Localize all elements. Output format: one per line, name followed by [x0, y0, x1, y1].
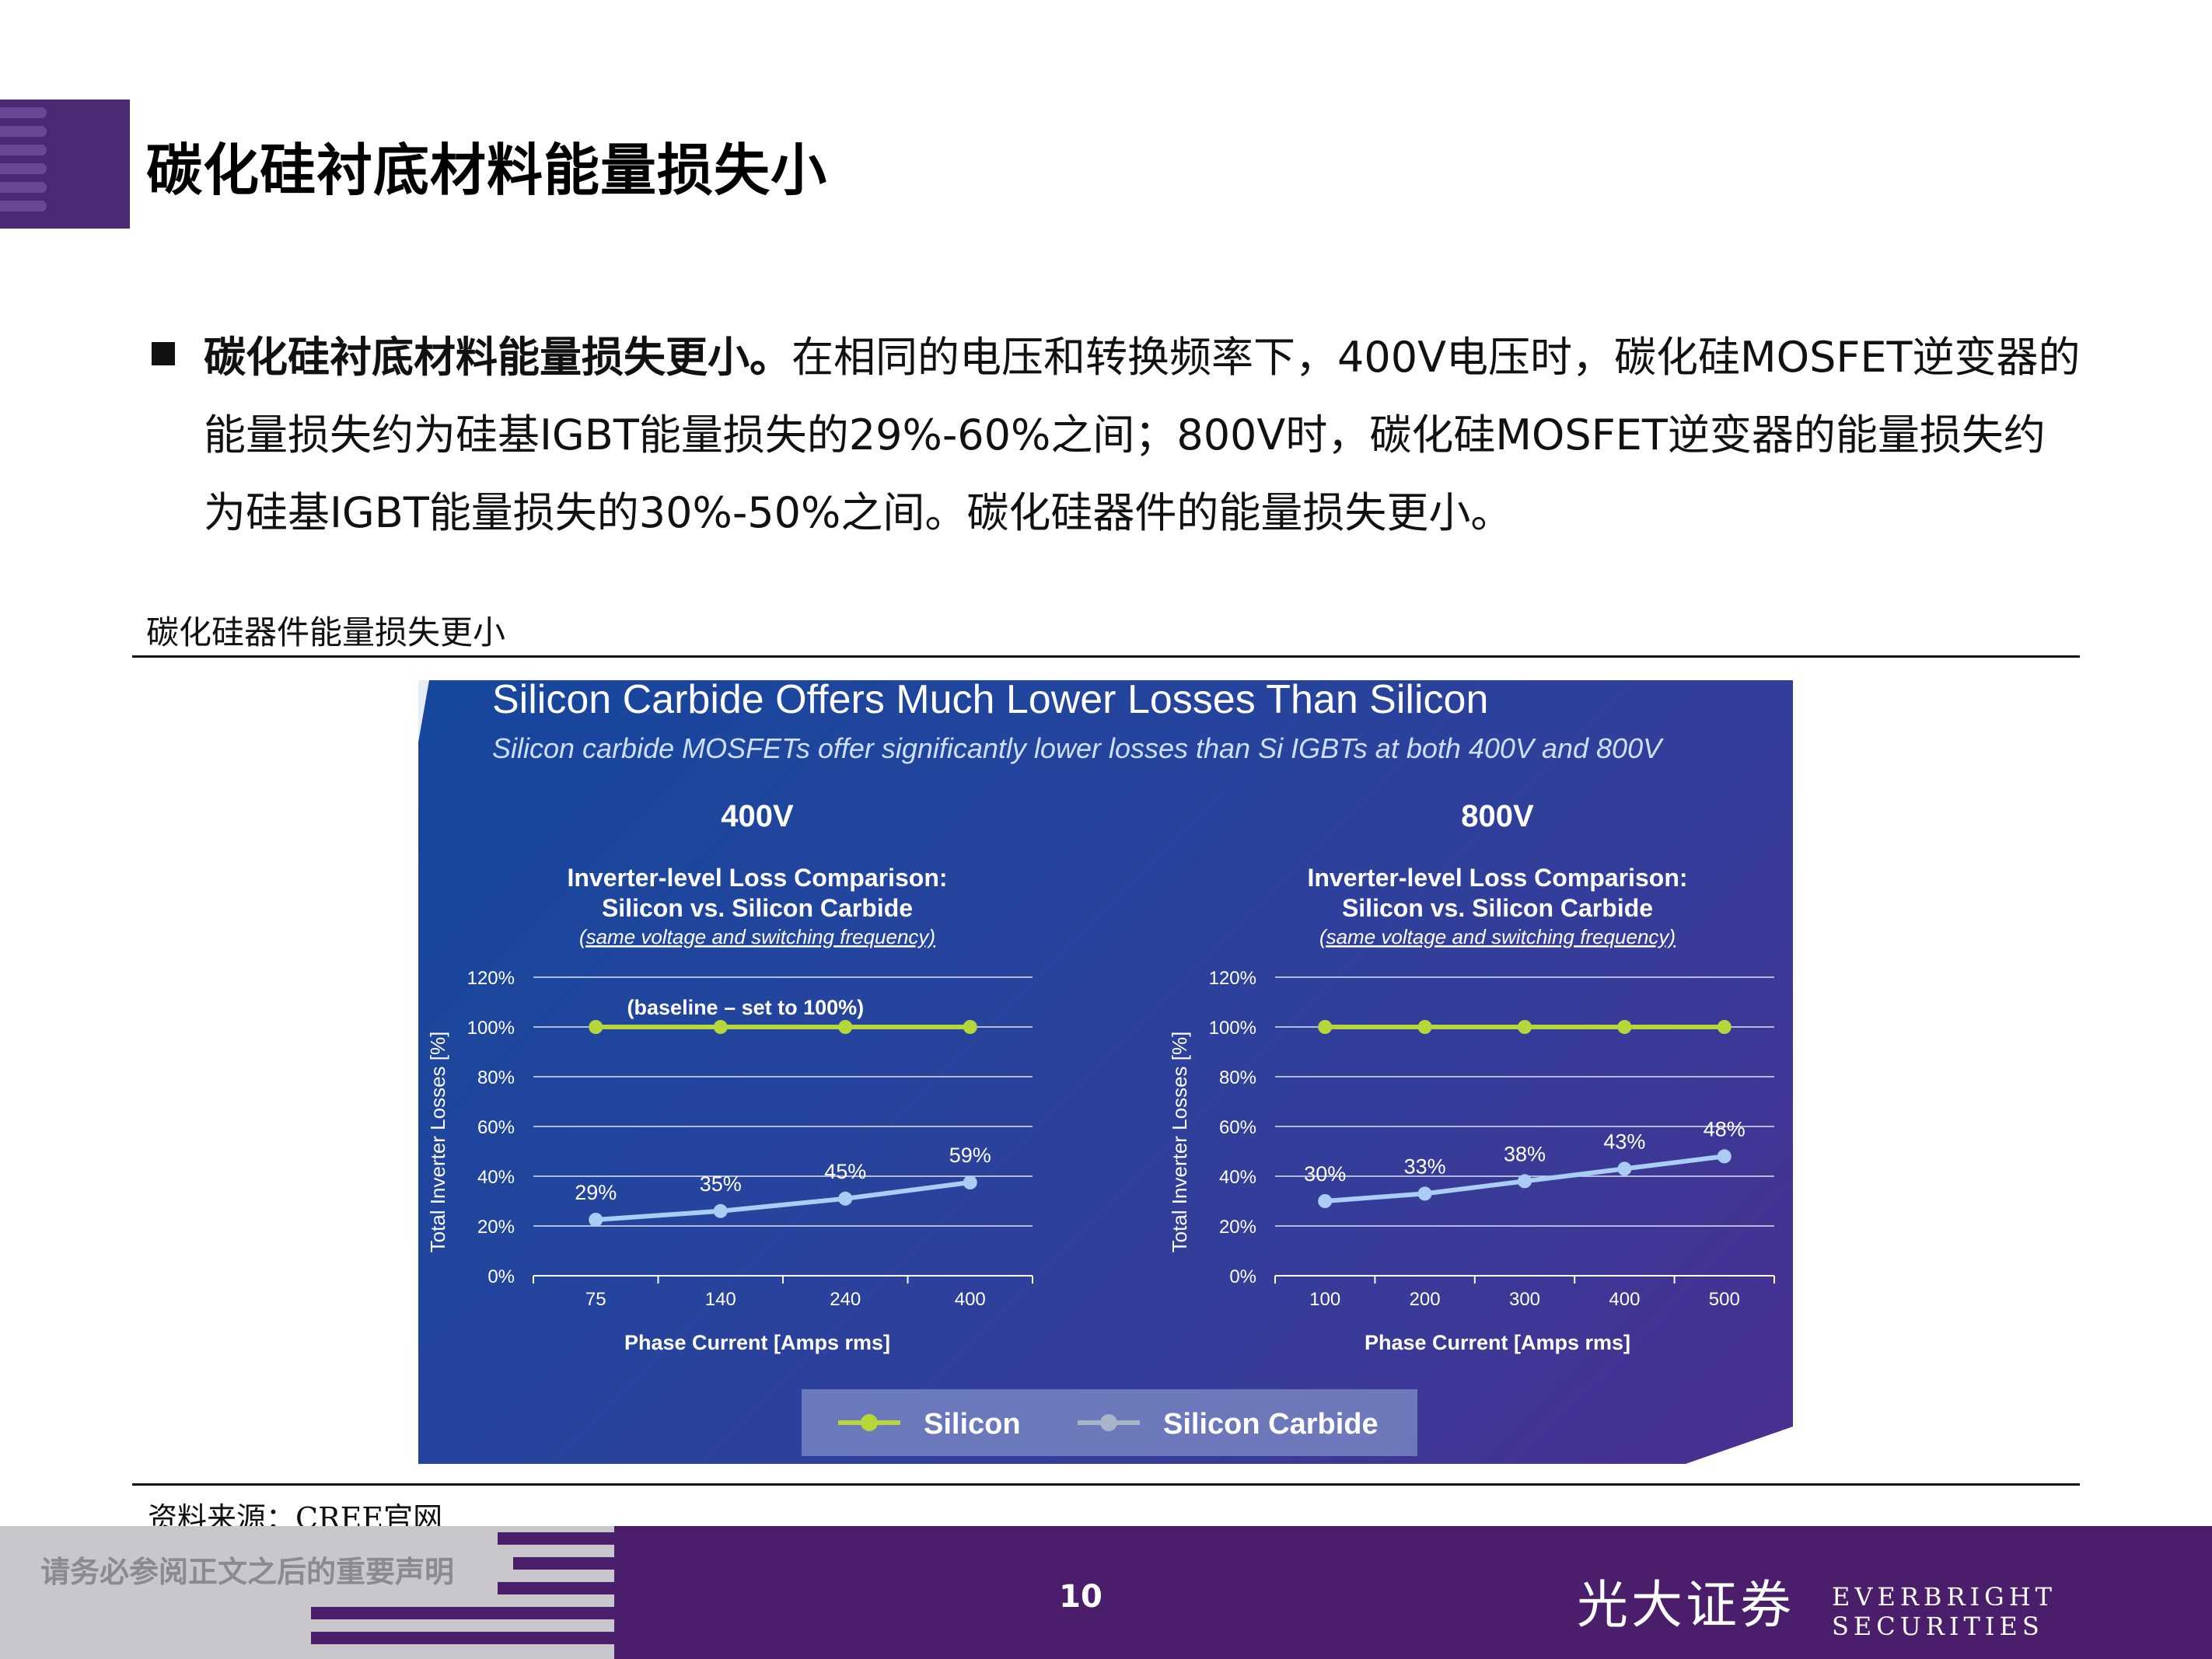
y-tick-label: 80%	[1219, 1067, 1256, 1088]
legend-sic-marker	[1100, 1414, 1117, 1431]
point-sic	[1318, 1194, 1333, 1208]
point-sic	[713, 1203, 728, 1218]
x-tick-label: 75	[585, 1289, 606, 1310]
footer-disclaimer: 请务必参阅正文之后的重要声明	[40, 1555, 455, 1589]
point-silicon	[1617, 1020, 1632, 1034]
x-tick-label: 100	[1309, 1289, 1340, 1310]
baseline-annotation: (baseline – set to 100%)	[627, 996, 865, 1019]
footer-left-panel	[0, 1526, 614, 1659]
point-silicon	[838, 1020, 853, 1034]
x-tick-label: 140	[705, 1289, 736, 1310]
x-axis-label: Phase Current [Amps rms]	[1365, 1331, 1630, 1354]
bullet-square-icon	[152, 342, 175, 365]
legend-sic-label: Silicon Carbide	[1163, 1408, 1379, 1441]
chart-svg: Silicon Carbide Offers Much Lower Losses…	[418, 680, 1793, 1464]
chart-note: (same voltage and switching frequency)	[1319, 925, 1676, 948]
chart-heading: 800V	[1461, 799, 1534, 833]
chart-title-line2: Silicon vs. Silicon Carbide	[1342, 894, 1653, 922]
bullet-bold-lead: 碳化硅衬底材料能量损失更小。	[204, 333, 791, 382]
point-silicon	[1417, 1020, 1432, 1034]
panel-corner-top	[418, 680, 429, 742]
y-tick-label: 60%	[477, 1117, 515, 1138]
page-number: 10	[1059, 1579, 1103, 1615]
x-tick-label: 500	[1709, 1289, 1740, 1310]
x-tick-label: 400	[955, 1289, 986, 1310]
x-tick-label: 300	[1509, 1289, 1540, 1310]
figure-caption: 碳化硅器件能量损失更小	[146, 613, 506, 651]
y-tick-label: 40%	[477, 1167, 515, 1188]
y-tick-label: 60%	[1219, 1117, 1256, 1138]
x-tick-label: 400	[1609, 1289, 1640, 1310]
legend-silicon-marker	[861, 1414, 878, 1431]
chart-800v: 800V Inverter-level Loss Comparison:Silic…	[1168, 799, 1775, 1354]
y-tick-label: 20%	[1219, 1217, 1256, 1238]
y-tick-label: 20%	[477, 1217, 515, 1238]
data-label: 59%	[949, 1144, 991, 1167]
y-tick-label: 120%	[467, 968, 515, 989]
data-label: 38%	[1504, 1142, 1546, 1165]
chart-title: Inverter-level Loss Comparison:	[1307, 864, 1687, 892]
y-tick-label: 0%	[487, 1266, 515, 1287]
point-silicon	[1318, 1020, 1333, 1034]
point-silicon	[713, 1020, 728, 1034]
y-tick-label: 100%	[467, 1018, 515, 1039]
y-axis-label: Total Inverter Losses [%]	[426, 1032, 449, 1253]
x-axis-label: Phase Current [Amps rms]	[624, 1331, 890, 1354]
x-tick-label: 240	[830, 1289, 861, 1310]
caption-divider	[132, 655, 2080, 658]
legend-silicon-label: Silicon	[924, 1408, 1021, 1441]
point-sic	[963, 1175, 977, 1189]
panel-title: Silicon Carbide Offers Much Lower Losses…	[492, 680, 1488, 722]
bullet-paragraph: 碳化硅衬底材料能量损失更小。在相同的电压和转换频率下，400V电压时，碳化硅MO…	[204, 319, 2085, 552]
page-title: 碳化硅衬底材料能量损失小	[146, 138, 828, 203]
point-silicon	[589, 1020, 603, 1034]
data-label: 43%	[1603, 1130, 1645, 1153]
point-silicon	[963, 1020, 977, 1034]
point-sic	[1617, 1161, 1632, 1176]
y-axis-label: Total Inverter Losses [%]	[1168, 1032, 1191, 1253]
data-label: 35%	[700, 1172, 742, 1196]
chart-panel: Silicon Carbide Offers Much Lower Losses…	[418, 680, 1793, 1464]
point-sic	[1417, 1186, 1432, 1201]
y-tick-label: 80%	[477, 1067, 515, 1088]
point-sic	[1518, 1174, 1532, 1189]
data-label: 29%	[575, 1181, 617, 1204]
data-label: 45%	[824, 1160, 866, 1183]
y-tick-label: 100%	[1209, 1018, 1256, 1039]
source-divider	[132, 1483, 2080, 1486]
chart-title-line2: Silicon vs. Silicon Carbide	[602, 894, 913, 922]
data-label: 48%	[1704, 1117, 1745, 1140]
chart-title: Inverter-level Loss Comparison:	[567, 864, 947, 892]
point-sic	[1717, 1149, 1732, 1164]
point-sic	[838, 1191, 853, 1206]
point-sic	[589, 1213, 603, 1227]
brand-logo-cn: 光大证券	[1577, 1575, 1794, 1635]
point-silicon	[1717, 1020, 1732, 1034]
panel-subtitle: Silicon carbide MOSFETs offer significan…	[492, 732, 1664, 764]
panel-corner-bottom	[1686, 1427, 1793, 1464]
legend: Silicon Silicon Carbide	[802, 1389, 1417, 1456]
chart-400v: 400V Inverter-level Loss Comparison:Silic…	[426, 799, 1033, 1354]
header-accent-bar	[0, 100, 130, 229]
chart-heading: 400V	[721, 799, 794, 833]
data-label: 30%	[1304, 1162, 1346, 1186]
brand-logo-en: EVERBRIGHT SECURITIES	[1832, 1582, 2056, 1641]
footer-bar: 请务必参阅正文之后的重要声明 10 光大证券 EVERBRIGHT SECURI…	[0, 1526, 2212, 1659]
y-tick-label: 40%	[1219, 1167, 1256, 1188]
x-tick-label: 200	[1410, 1289, 1441, 1310]
data-label: 33%	[1404, 1154, 1446, 1178]
y-tick-label: 120%	[1209, 968, 1256, 989]
point-silicon	[1518, 1020, 1532, 1034]
y-tick-label: 0%	[1229, 1266, 1256, 1287]
chart-note: (same voltage and switching frequency)	[579, 925, 935, 948]
series-line-sic	[596, 1180, 971, 1222]
